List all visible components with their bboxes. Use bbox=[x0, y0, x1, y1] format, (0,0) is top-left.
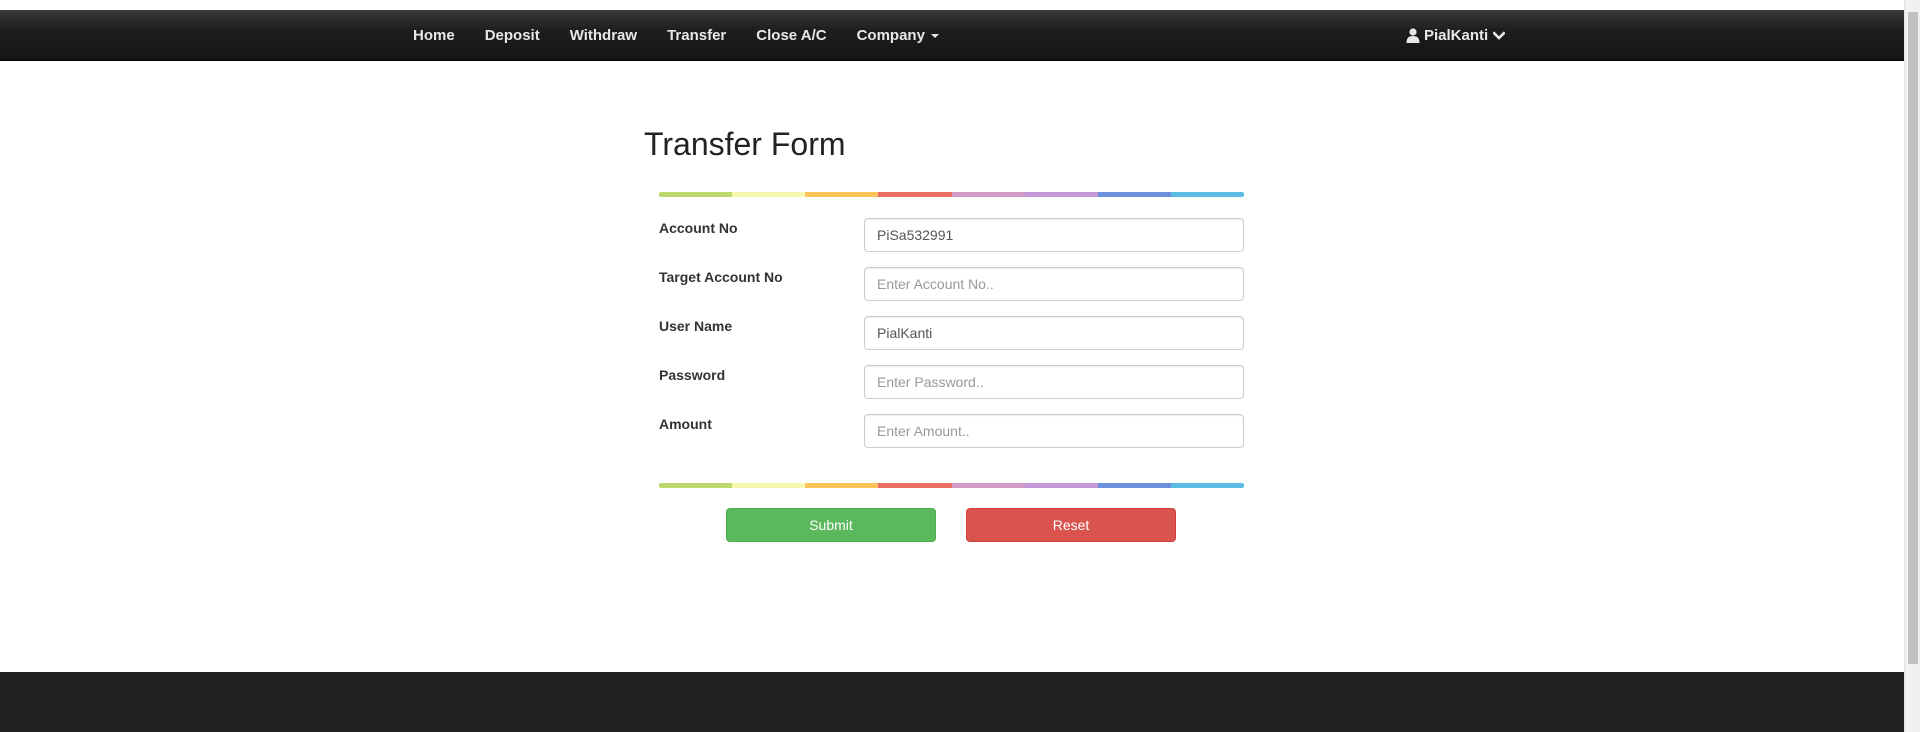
form-row-password: Password bbox=[659, 365, 1244, 399]
target-account-label: Target Account No bbox=[659, 269, 783, 285]
user-name: PialKanti bbox=[1424, 27, 1489, 44]
user-name-label: User Name bbox=[659, 318, 733, 334]
nav-menu: Home Deposit Withdraw Transfer Close A/C… bbox=[398, 10, 954, 61]
rainbow-divider-bottom bbox=[659, 483, 1244, 488]
account-no-input[interactable] bbox=[864, 218, 1244, 252]
page: Home Deposit Withdraw Transfer Close A/C… bbox=[0, 0, 1920, 732]
top-strip bbox=[0, 0, 1904, 10]
chevron-down-icon bbox=[1493, 30, 1506, 40]
vertical-scrollbar[interactable] bbox=[1904, 0, 1920, 732]
target-account-input[interactable] bbox=[864, 267, 1244, 301]
nav-deposit[interactable]: Deposit bbox=[470, 10, 555, 61]
user-icon bbox=[1406, 28, 1420, 43]
form-row-amount: Amount bbox=[659, 414, 1244, 448]
nav-withdraw[interactable]: Withdraw bbox=[555, 10, 652, 61]
scrollbar-thumb[interactable] bbox=[1908, 12, 1918, 664]
submit-button[interactable]: Submit bbox=[726, 508, 936, 542]
user-name-input[interactable] bbox=[864, 316, 1244, 350]
caret-down-icon bbox=[930, 34, 939, 39]
nav-transfer[interactable]: Transfer bbox=[652, 10, 741, 61]
rainbow-divider-top bbox=[659, 192, 1244, 197]
user-menu[interactable]: PialKanti bbox=[1406, 10, 1506, 61]
password-input[interactable] bbox=[864, 365, 1244, 399]
nav-home[interactable]: Home bbox=[398, 10, 470, 61]
nav-company-dropdown[interactable]: Company bbox=[842, 10, 954, 61]
form-row-target-account: Target Account No bbox=[659, 267, 1244, 301]
footer bbox=[0, 672, 1904, 732]
nav-company-label: Company bbox=[856, 27, 925, 44]
navbar: Home Deposit Withdraw Transfer Close A/C… bbox=[0, 10, 1904, 61]
page-title: Transfer Form bbox=[644, 126, 846, 162]
nav-close-account[interactable]: Close A/C bbox=[741, 10, 841, 61]
form-row-account-no: Account No bbox=[659, 218, 1244, 252]
account-no-label: Account No bbox=[659, 220, 738, 236]
password-label: Password bbox=[659, 367, 726, 383]
form-row-user-name: User Name bbox=[659, 316, 1244, 350]
reset-button[interactable]: Reset bbox=[966, 508, 1176, 542]
amount-input[interactable] bbox=[864, 414, 1244, 448]
amount-label: Amount bbox=[659, 416, 712, 432]
